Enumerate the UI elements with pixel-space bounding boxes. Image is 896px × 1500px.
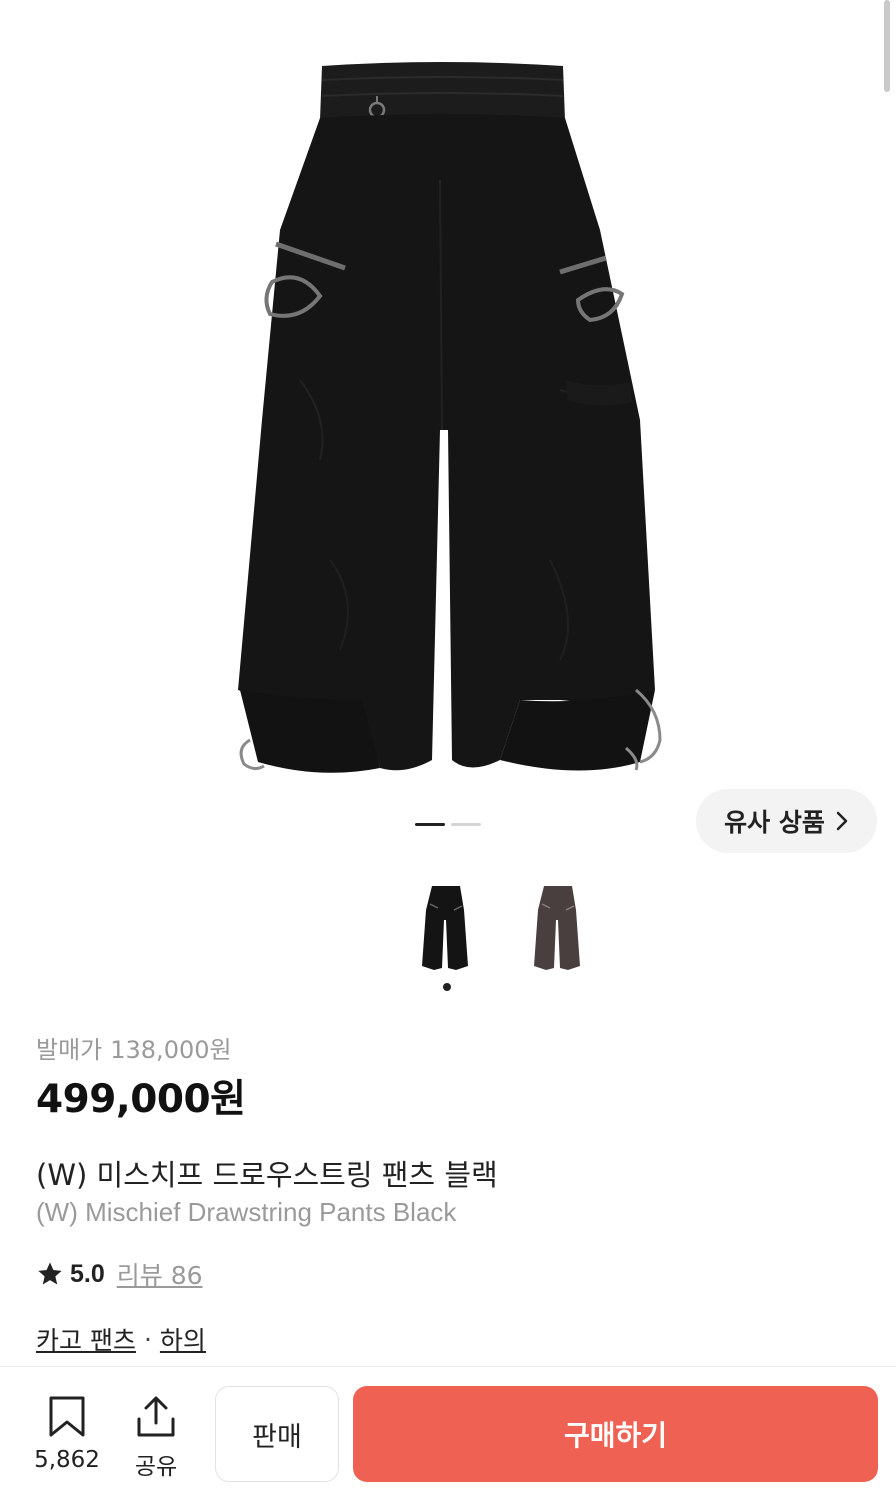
- release-price-label: 발매가: [36, 1036, 103, 1064]
- share-icon: [137, 1396, 175, 1437]
- bookmark-icon: [49, 1396, 85, 1437]
- pager-dot-inactive: [451, 823, 481, 826]
- category-link[interactable]: 카고 팬츠: [36, 1321, 136, 1357]
- rating-score: 5.0: [70, 1259, 105, 1288]
- save-button[interactable]: 5,862: [30, 1395, 104, 1473]
- thumbnail-black[interactable]: [396, 870, 496, 980]
- chevron-right-icon: [836, 811, 848, 831]
- category-breadcrumb: 카고 팬츠 · 하의: [36, 1322, 206, 1356]
- similar-products-label: 유사 상품: [724, 808, 825, 837]
- release-price: 발매가 138,000원: [36, 1030, 232, 1065]
- color-thumbnails: [390, 870, 620, 991]
- category-separator: ·: [143, 1324, 152, 1354]
- share-label: 공유: [134, 1454, 178, 1480]
- rating-row: 5.0 리뷰 86: [36, 1257, 203, 1291]
- product-name-korean: (W) 미스치프 드로우스트링 팬츠 블랙: [36, 1158, 498, 1192]
- buy-button[interactable]: 구매하기: [353, 1386, 878, 1482]
- save-count: 5,862: [34, 1447, 100, 1473]
- parent-category-link[interactable]: 하의: [160, 1321, 206, 1357]
- selected-thumbnail-dot: [443, 983, 451, 991]
- similar-products-button[interactable]: 유사 상품: [696, 789, 877, 853]
- release-price-value: 138,000원: [110, 1036, 232, 1064]
- current-price: 499,000원: [36, 1077, 246, 1122]
- star-icon: [38, 1262, 62, 1285]
- black-pants-thumbnail-icon: [422, 886, 468, 970]
- review-count-link[interactable]: 리뷰 86: [117, 1256, 203, 1292]
- pager-dot-active: [415, 823, 445, 826]
- pants-illustration: [238, 62, 662, 773]
- bottom-action-bar: 5,862 공유 판매 구매하기: [0, 1366, 896, 1500]
- product-image: [0, 0, 896, 800]
- image-pager: [415, 823, 481, 827]
- share-button[interactable]: 공유: [124, 1395, 188, 1481]
- brown-pants-thumbnail-icon: [534, 886, 580, 970]
- product-name-english: (W) Mischief Drawstring Pants Black: [36, 1197, 457, 1227]
- sell-button[interactable]: 판매: [215, 1386, 339, 1482]
- thumbnail-brown[interactable]: [508, 870, 608, 980]
